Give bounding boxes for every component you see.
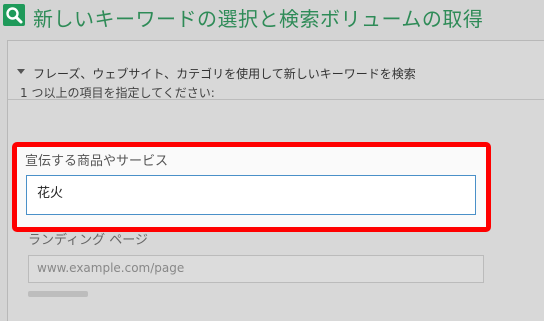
form-instruction: 1 つ以上の項目を指定してください: [20, 86, 215, 100]
accordion-label[interactable]: フレーズ、ウェブサイト、カテゴリを使用して新しいキーワードを検索 [33, 65, 416, 82]
landing-page-input[interactable]: www.example.com/page [28, 255, 484, 283]
product-highlight: 宣伝する商品やサービス 花火 [12, 142, 491, 232]
page-title: 新しいキーワードの選択と検索ボリュームの取得 [33, 7, 484, 31]
product-input[interactable]: 花火 [26, 175, 476, 215]
search-icon [3, 4, 25, 26]
title-bar: 新しいキーワードの選択と検索ボリュームの取得 [0, 0, 544, 34]
caret-down-icon[interactable] [17, 69, 25, 74]
landing-page-label: ランディング ページ [28, 233, 148, 248]
product-label: 宣伝する商品やサービス [25, 154, 169, 169]
next-field-label [28, 291, 88, 297]
